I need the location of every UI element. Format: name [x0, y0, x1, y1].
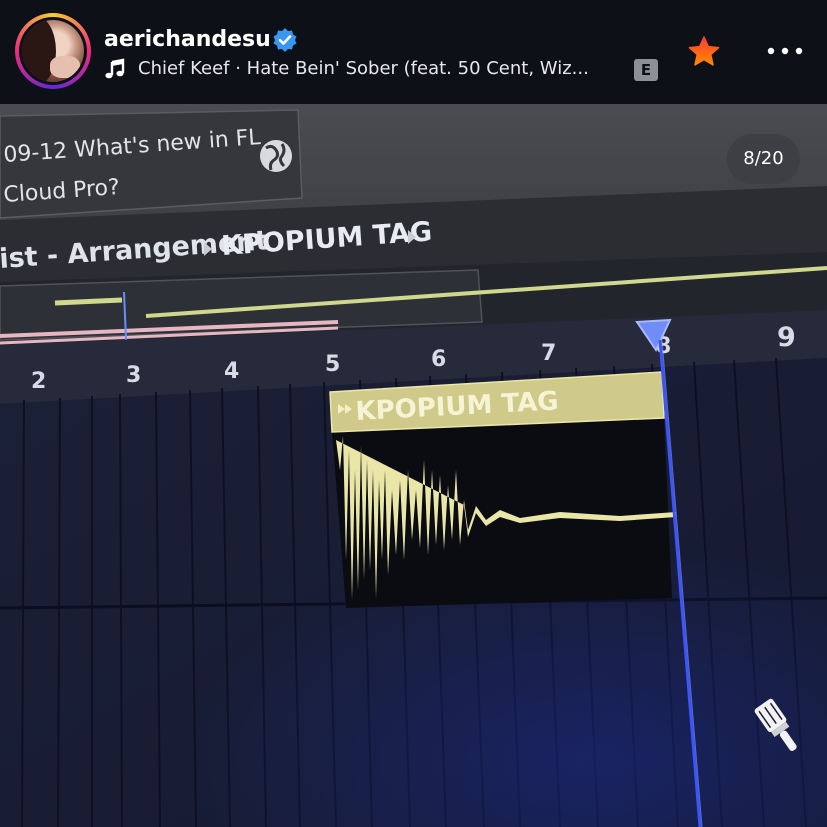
- ruler-bar-7: 7: [541, 341, 556, 366]
- more-icon[interactable]: [765, 44, 805, 58]
- star-icon[interactable]: [686, 34, 722, 70]
- ruler-bar-6: 6: [431, 347, 446, 372]
- ruler-bar-5: 5: [325, 352, 340, 377]
- daw-screen-photo: 09-12 What's new in FL Cloud Pro? ist - …: [0, 104, 827, 827]
- username[interactable]: aerichandesu: [104, 26, 271, 54]
- carousel-counter: 8/20: [727, 134, 800, 184]
- post-header: aerichandesu Chief Keef · Hate Bein' Sob…: [0, 0, 827, 104]
- post-photo[interactable]: 09-12 What's new in FL Cloud Pro? ist - …: [0, 104, 827, 827]
- music-note-icon: [105, 58, 125, 79]
- ruler-bar-4: 4: [224, 359, 239, 384]
- audio-clip[interactable]: KPOPIUM TAG: [329, 371, 676, 608]
- verified-icon: [273, 28, 297, 52]
- story-ring[interactable]: [15, 13, 91, 89]
- avatar[interactable]: [22, 20, 84, 82]
- explicit-badge: E: [634, 59, 658, 81]
- audio-track[interactable]: Chief Keef · Hate Bein' Sober (feat. 50 …: [138, 57, 628, 81]
- ruler-bar-9: 9: [777, 322, 796, 353]
- ruler-bar-3: 3: [126, 363, 141, 388]
- globe-icon: [260, 140, 292, 172]
